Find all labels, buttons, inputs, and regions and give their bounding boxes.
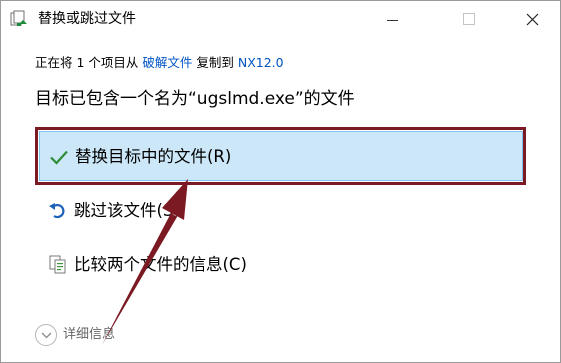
maximize-button [446,1,492,39]
status-middle: 复制到 [192,55,238,70]
file-copy-app-icon [10,10,27,26]
maximize-icon [463,13,475,25]
skip-file-label: 跳过该文件(S) [74,201,180,220]
details-chevron-circle [35,324,57,346]
replace-file-label: 替换目标中的文件(R) [75,147,232,166]
copy-status-text: 正在将 1 个项目从 破解文件 复制到 NX12.0 [35,54,284,72]
compare-files-label: 比较两个文件的信息(C) [74,255,247,274]
compare-files-option[interactable]: 比较两个文件的信息(C) [39,240,523,290]
details-label: 详细信息 [63,327,116,342]
destination-folder-link[interactable]: NX12.0 [238,55,284,70]
close-icon [526,13,539,26]
source-folder-link[interactable]: 破解文件 [142,55,192,70]
title-bar: 替换或跳过文件 [1,1,560,39]
minimize-icon [387,20,398,21]
conflict-message: 目标已包含一个名为“ugslmd.exe”的文件 [35,89,355,109]
minimize-button[interactable] [376,1,422,39]
undo-arrow-icon [49,203,65,219]
close-button[interactable] [514,1,560,39]
status-prefix: 正在将 1 个项目从 [35,55,143,70]
compare-files-icon [49,255,66,274]
details-toggle[interactable]: 详细信息 [35,324,175,350]
checkmark-icon [50,150,68,165]
replace-file-option[interactable]: 替换目标中的文件(R) [39,131,523,181]
chevron-down-icon [41,332,52,339]
window-title: 替换或跳过文件 [38,11,136,27]
skip-file-option[interactable]: 跳过该文件(S) [39,186,523,236]
replace-or-skip-dialog: 替换或跳过文件 正在将 1 个项目从 破解文件 复制到 NX12.0 目标已包含… [0,0,561,363]
